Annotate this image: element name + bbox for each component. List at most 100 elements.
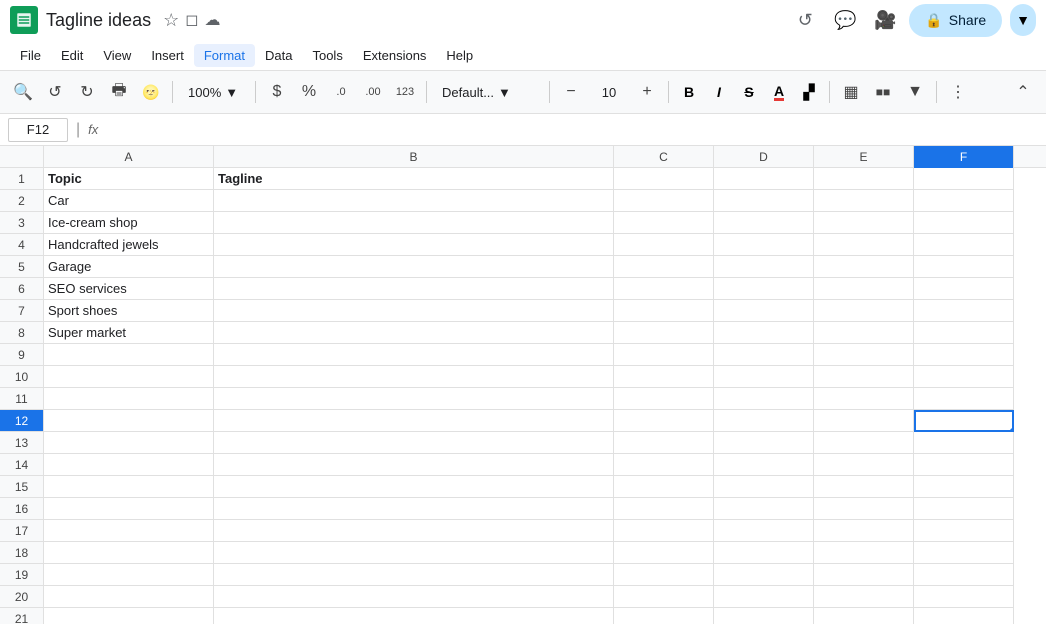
row-number[interactable]: 6 <box>0 278 44 300</box>
cell[interactable] <box>814 278 914 300</box>
cell[interactable] <box>614 542 714 564</box>
cell[interactable] <box>214 586 614 608</box>
cell[interactable] <box>814 564 914 586</box>
cell[interactable] <box>44 476 214 498</box>
row-number[interactable]: 10 <box>0 366 44 388</box>
zoom-dropdown[interactable]: 100% ▼ <box>179 77 249 107</box>
format-number-button[interactable]: 123 <box>390 77 420 107</box>
cell[interactable] <box>44 520 214 542</box>
fill-handle[interactable] <box>1010 428 1014 432</box>
cell[interactable] <box>714 564 814 586</box>
cell[interactable] <box>914 498 1014 520</box>
cell[interactable] <box>614 608 714 624</box>
row-number[interactable]: 16 <box>0 498 44 520</box>
cell[interactable] <box>214 300 614 322</box>
cell[interactable] <box>214 322 614 344</box>
cell[interactable] <box>714 432 814 454</box>
italic-button[interactable]: I <box>705 78 733 106</box>
bold-button[interactable]: B <box>675 78 703 106</box>
cell[interactable] <box>614 344 714 366</box>
cell[interactable] <box>914 564 1014 586</box>
row-number[interactable]: 5 <box>0 256 44 278</box>
cell[interactable] <box>214 608 614 624</box>
doc-title[interactable]: Tagline ideas <box>46 10 151 31</box>
cell[interactable] <box>614 278 714 300</box>
cell[interactable] <box>44 366 214 388</box>
cell[interactable] <box>44 498 214 520</box>
row-number[interactable]: 8 <box>0 322 44 344</box>
cell[interactable] <box>614 564 714 586</box>
cell[interactable] <box>714 190 814 212</box>
cell[interactable]: Tagline <box>214 168 614 190</box>
cell[interactable] <box>814 454 914 476</box>
percent-button[interactable]: % <box>294 77 324 107</box>
dec-decrease-button[interactable]: .0 <box>326 77 356 107</box>
cell[interactable] <box>614 410 714 432</box>
search-icon[interactable]: 🔍 <box>8 77 38 107</box>
cell[interactable] <box>714 586 814 608</box>
cell[interactable] <box>714 608 814 624</box>
cell[interactable] <box>214 410 614 432</box>
cell[interactable] <box>814 608 914 624</box>
cell[interactable] <box>814 586 914 608</box>
font-size-increase-button[interactable]: + <box>632 77 662 107</box>
cell[interactable] <box>714 234 814 256</box>
cell[interactable] <box>614 586 714 608</box>
collapse-toolbar-button[interactable]: ⌃ <box>1008 77 1038 107</box>
cell[interactable] <box>614 366 714 388</box>
cell[interactable] <box>44 586 214 608</box>
cell[interactable] <box>714 212 814 234</box>
comment-icon[interactable]: 💬 <box>829 4 861 36</box>
cell[interactable] <box>614 168 714 190</box>
cell[interactable] <box>814 190 914 212</box>
cell[interactable] <box>814 542 914 564</box>
redo-button[interactable]: ↻ <box>72 77 102 107</box>
cell[interactable] <box>614 388 714 410</box>
cell[interactable] <box>914 432 1014 454</box>
cell[interactable] <box>614 454 714 476</box>
menu-insert[interactable]: Insert <box>141 44 194 67</box>
menu-format[interactable]: Format <box>194 44 255 67</box>
cell[interactable] <box>214 344 614 366</box>
cell[interactable] <box>714 520 814 542</box>
row-number[interactable]: 12 <box>0 410 44 432</box>
cell[interactable] <box>714 344 814 366</box>
cell[interactable] <box>814 520 914 542</box>
cell[interactable] <box>214 366 614 388</box>
cell[interactable] <box>914 476 1014 498</box>
cell[interactable] <box>44 410 214 432</box>
cell[interactable] <box>814 322 914 344</box>
row-number[interactable]: 7 <box>0 300 44 322</box>
more-options-button[interactable]: ⋮ <box>943 77 973 107</box>
cell[interactable] <box>44 542 214 564</box>
borders-button[interactable]: ▦ <box>836 77 866 107</box>
cell[interactable] <box>714 278 814 300</box>
cell[interactable] <box>714 498 814 520</box>
cell[interactable] <box>614 212 714 234</box>
cell[interactable] <box>814 168 914 190</box>
row-number[interactable]: 2 <box>0 190 44 212</box>
paint-format-button[interactable]: 🌝 <box>136 77 166 107</box>
row-number[interactable]: 13 <box>0 432 44 454</box>
cell[interactable] <box>44 344 214 366</box>
cell[interactable] <box>914 542 1014 564</box>
fill-color-button[interactable]: ▞ <box>795 78 823 106</box>
row-number[interactable]: 19 <box>0 564 44 586</box>
cell[interactable] <box>814 256 914 278</box>
undo-button[interactable]: ↺ <box>40 77 70 107</box>
row-number[interactable]: 21 <box>0 608 44 624</box>
cell[interactable] <box>614 432 714 454</box>
cell[interactable] <box>614 476 714 498</box>
merge-dropdown[interactable]: ▼ <box>900 77 930 107</box>
cell[interactable]: Topic <box>44 168 214 190</box>
cell[interactable] <box>214 520 614 542</box>
cell[interactable] <box>814 344 914 366</box>
font-size-decrease-button[interactable]: − <box>556 77 586 107</box>
cell[interactable] <box>714 256 814 278</box>
cell[interactable] <box>44 608 214 624</box>
cell[interactable] <box>714 476 814 498</box>
cell[interactable] <box>714 410 814 432</box>
cell[interactable] <box>714 454 814 476</box>
cell[interactable]: Garage <box>44 256 214 278</box>
row-number[interactable]: 11 <box>0 388 44 410</box>
